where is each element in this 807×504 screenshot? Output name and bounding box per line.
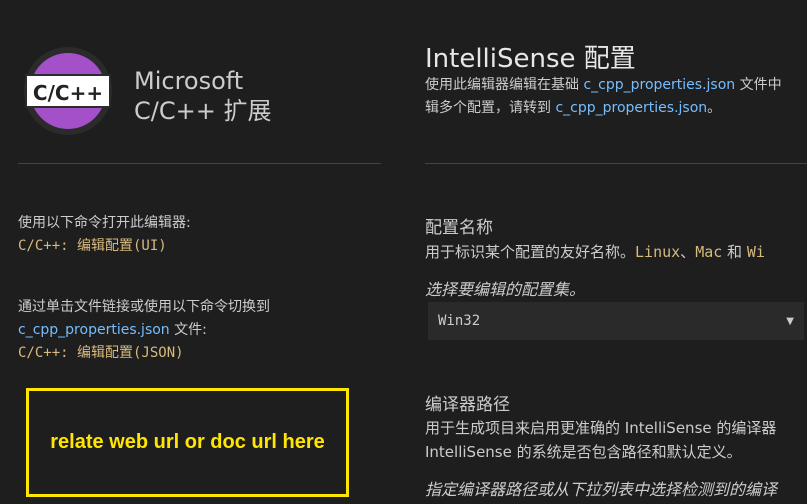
code-win: Wi — [746, 243, 765, 261]
config-select-value: Win32 — [438, 313, 481, 329]
chevron-down-icon: ▼ — [786, 315, 794, 327]
desc-mid: 文件中 — [735, 77, 782, 93]
json-file-line: c_cpp_properties.json 文件: — [18, 319, 270, 342]
desc-prefix: 使用此编辑器编辑在基础 — [425, 77, 584, 93]
config-name-desc-text: 用于标识某个配置的友好名称。 — [425, 243, 636, 261]
sep-2: 和 — [722, 243, 747, 261]
edit-config-ui-command: C/C++: 编辑配置(UI) — [18, 238, 167, 254]
svg-text:C/C++: C/C++ — [33, 81, 103, 105]
config-select[interactable]: Win32 ▼ — [428, 302, 804, 340]
cpp-properties-link-1[interactable]: c_cpp_properties.json — [583, 77, 735, 93]
cpp-properties-link-2[interactable]: c_cpp_properties.json — [555, 100, 707, 116]
extension-name: Microsoft C/C++ 扩展 — [134, 66, 271, 126]
cpp-properties-link[interactable]: c_cpp_properties.json — [18, 322, 170, 338]
file-suffix: 文件: — [169, 322, 207, 338]
edit-config-json-command: C/C++: 编辑配置(JSON) — [18, 345, 184, 361]
code-mac: Mac — [695, 243, 723, 261]
doc-url-note: relate web url or doc url here — [50, 431, 325, 453]
extension-publisher: Microsoft — [134, 67, 244, 95]
config-select-hint: 选择要编辑的配置集。 — [425, 280, 586, 299]
compiler-path-description: 用于生成项目来启用更准确的 IntelliSense 的编译器 IntelliS… — [425, 416, 776, 464]
config-name-title: 配置名称 — [425, 218, 493, 238]
page-desc-line1: 使用此编辑器编辑在基础 c_cpp_properties.json 文件中 — [425, 74, 782, 97]
page-description: 使用此编辑器编辑在基础 c_cpp_properties.json 文件中 辑多… — [425, 74, 782, 120]
open-editor-label: 使用以下命令打开此编辑器: — [18, 215, 191, 231]
compiler-desc-line2: IntelliSense 的系统是否包含路径和默认定义。 — [425, 443, 742, 461]
config-name-description: 用于标识某个配置的友好名称。Linux、Mac 和 Wi — [425, 240, 765, 264]
code-linux: Linux — [635, 243, 681, 261]
open-editor-instructions: 使用以下命令打开此编辑器: C/C++: 编辑配置(UI) — [18, 212, 191, 258]
desc-line2-prefix: 辑多个配置，请转到 — [425, 100, 556, 116]
page-desc-line2: 辑多个配置，请转到 c_cpp_properties.json。 — [425, 97, 782, 120]
main-divider — [425, 163, 807, 164]
sep-1: 、 — [680, 243, 696, 261]
sidebar-divider — [18, 163, 381, 164]
switch-json-label: 通过单击文件链接或使用以下命令切换到 — [18, 299, 270, 315]
extension-title: C/C++ 扩展 — [134, 97, 272, 125]
compiler-path-title: 编译器路径 — [425, 395, 510, 415]
page-title: IntelliSense 配置 — [425, 44, 636, 74]
desc-line2-suffix: 。 — [707, 100, 722, 116]
doc-url-placeholder: relate web url or doc url here — [26, 388, 349, 497]
switch-json-instructions: 通过单击文件链接或使用以下命令切换到 c_cpp_properties.json… — [18, 296, 270, 365]
compiler-path-hint: 指定编译器路径或从下拉列表中选择检测到的编译 — [425, 480, 778, 499]
cpp-extension-logo: C/C++ — [22, 45, 114, 137]
compiler-desc-line1: 用于生成项目来启用更准确的 IntelliSense 的编译器 — [425, 419, 777, 437]
